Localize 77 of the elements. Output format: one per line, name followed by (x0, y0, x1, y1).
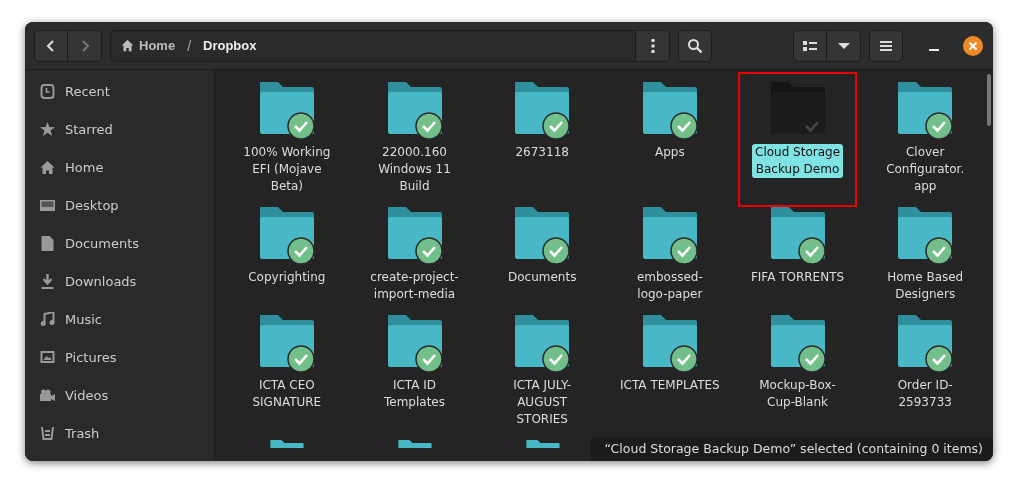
folder-item[interactable]: ICTA TEMPLATES (610, 315, 730, 440)
folder-icon (770, 82, 825, 134)
folder-name: Mockup-Box- Cup-Blank (758, 377, 837, 411)
sidebar-item[interactable]: Music (25, 300, 214, 338)
folder-name: Cloud Storage Backup Demo (752, 144, 844, 178)
monitor-icon (40, 199, 55, 211)
folder-name: FIFA TORRENTS (749, 269, 846, 286)
camera-icon (40, 389, 55, 401)
folder-item[interactable]: embossed- logo-paper (610, 207, 730, 315)
sidebar-item[interactable]: Trash (25, 414, 214, 452)
home-icon (121, 39, 134, 52)
music-note-icon (40, 312, 55, 326)
list-view-button[interactable] (793, 29, 827, 62)
folder-item[interactable]: FIFA TORRENTS (737, 207, 858, 315)
path-separator: / (187, 37, 191, 54)
folder-name: 100% Working EFI (Mojave Beta) (242, 144, 332, 195)
menu-icon (880, 39, 892, 52)
path-crumb[interactable]: Home (119, 38, 178, 53)
close-icon (968, 40, 978, 51)
document-icon (40, 235, 55, 251)
folder-name: Apps (654, 144, 686, 161)
minimize-icon (929, 48, 939, 51)
close-button[interactable] (963, 35, 983, 56)
sidebar-item[interactable]: Downloads (25, 262, 214, 300)
folder-item[interactable]: 100% Working EFI (Mojave Beta) (227, 82, 347, 207)
folder-name: create-project- import-media (369, 269, 460, 303)
folder-item[interactable]: 22000.160 Windows 11 Build (354, 82, 475, 207)
sidebar-item[interactable]: Pictures (25, 338, 214, 376)
folder-name: Home Based Designers (886, 269, 965, 303)
sidebar-item[interactable]: Starred (25, 110, 214, 148)
search-button[interactable] (678, 29, 712, 62)
list-view-icon (803, 39, 817, 52)
view-options-button[interactable] (827, 29, 861, 62)
sidebar-item[interactable]: Desktop (25, 186, 214, 224)
sidebar-item[interactable]: Documents (25, 224, 214, 262)
sidebar-item[interactable]: Videos (25, 376, 214, 414)
folder-name: ICTA CEO SIGNATURE (251, 377, 323, 411)
folder-item[interactable]: Mockup-Box- Cup-Blank (737, 315, 858, 440)
folder-item[interactable]: Home Based Designers (865, 207, 986, 315)
menu-button[interactable] (869, 29, 903, 62)
folder-name: ICTA JULY- AUGUST STORIES (512, 377, 573, 428)
clock-icon (40, 83, 55, 99)
folder-name: Copyrighting (247, 269, 327, 286)
folder-name: Order ID- 2593733 (896, 377, 954, 411)
folder-item[interactable]: 2673118 (482, 82, 602, 207)
sidebar-item[interactable]: Home (25, 148, 214, 186)
star-icon (40, 122, 55, 136)
folder-item[interactable]: Order ID- 2593733 (865, 315, 986, 440)
folder-item[interactable]: create-project- import-media (354, 207, 475, 315)
folder-item[interactable]: ICTA ID Templates (354, 315, 475, 440)
scrollbar[interactable] (987, 74, 991, 126)
folder-name: 2673118 (514, 144, 570, 161)
folder-item[interactable]: Copyrighting (227, 207, 347, 315)
back-button[interactable] (34, 29, 68, 62)
folder-item[interactable]: ICTA CEO SIGNATURE (227, 315, 347, 440)
folder-item[interactable]: Documents (482, 207, 602, 315)
picture-icon (40, 351, 55, 363)
more-options-button[interactable] (635, 30, 669, 61)
folder-name: 22000.160 Windows 11 Build (377, 144, 452, 195)
search-icon (687, 37, 703, 54)
caret-down-icon (837, 41, 850, 50)
folder-item[interactable]: Clover Configurator. app (865, 82, 986, 207)
folder-name: ICTA ID Templates (383, 377, 446, 411)
folder-name: ICTA TEMPLATES (619, 377, 721, 394)
trash-icon (40, 426, 55, 440)
vertical-dots-icon (650, 37, 655, 54)
home-icon (40, 160, 55, 174)
folder-item[interactable]: Apps (610, 82, 730, 207)
folder-name: Documents (506, 269, 578, 286)
folder-name: embossed- logo-paper (635, 269, 704, 303)
folder-name: Clover Configurator. app (885, 144, 966, 195)
folder-item[interactable]: Cloud Storage Backup Demo (737, 72, 858, 207)
path-crumb[interactable]: Dropbox (201, 38, 259, 53)
status-message: “Cloud Storage Backup Demo” selected (containing 0 items) (590, 437, 993, 461)
folder-item[interactable]: ICTA JULY- AUGUST STORIES (482, 315, 602, 440)
sidebar-item[interactable]: Recent (25, 72, 214, 110)
download-icon (40, 273, 55, 289)
